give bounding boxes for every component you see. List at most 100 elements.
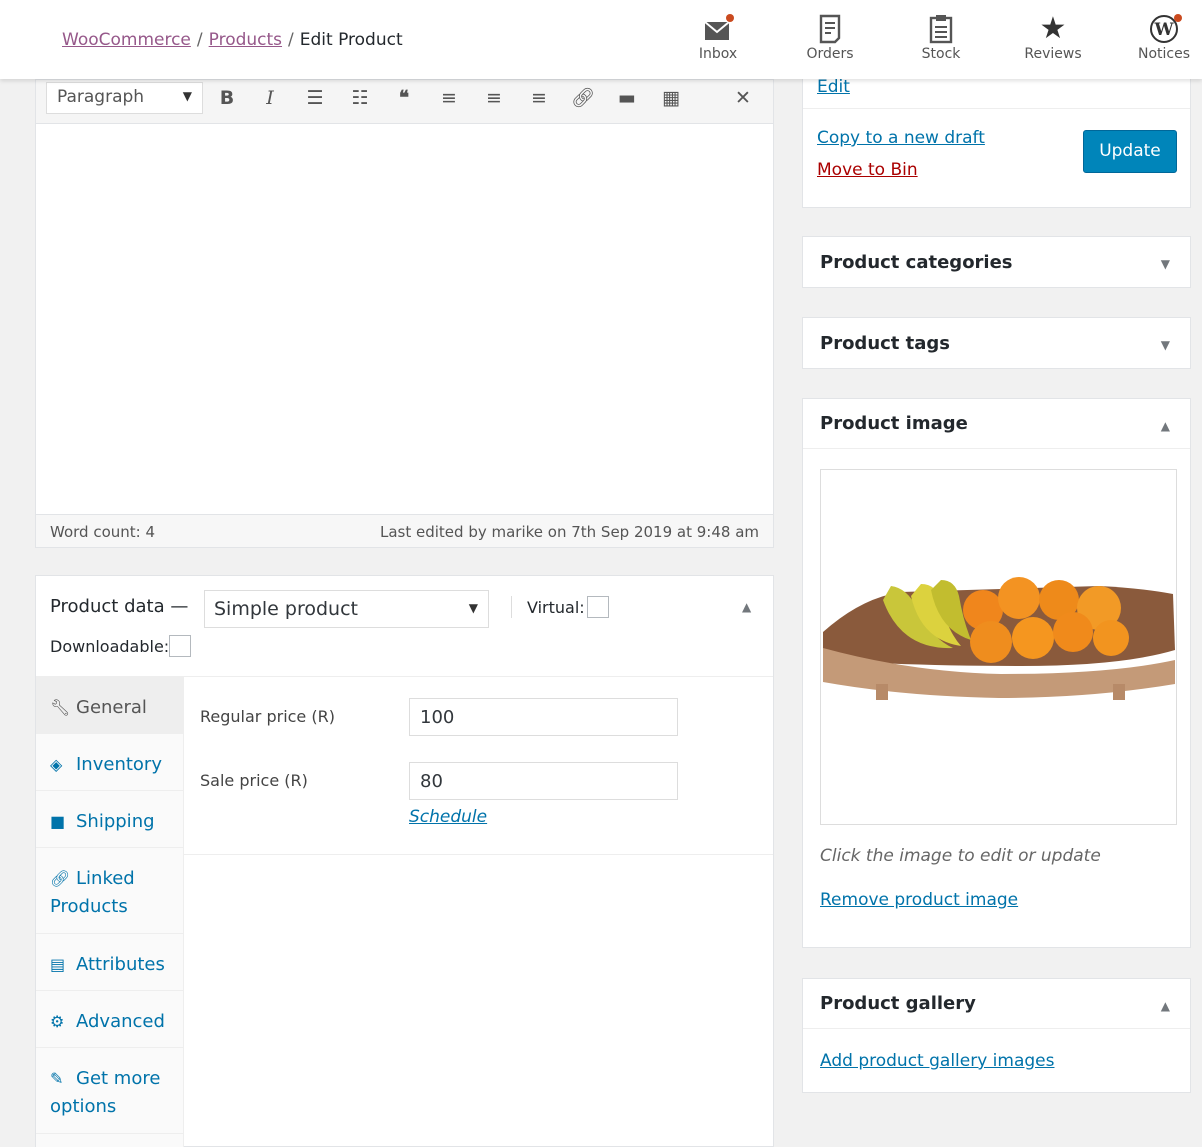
divider: [511, 596, 512, 618]
bold-button[interactable]: B: [212, 84, 242, 112]
bold-icon: B: [219, 87, 235, 109]
italic-icon: I: [266, 87, 274, 109]
tab-label: Advanced: [76, 1011, 165, 1032]
edit-link[interactable]: Edit: [817, 77, 850, 97]
stock-icon: [901, 12, 981, 46]
read-more-icon: ▬: [618, 87, 636, 109]
orders-label: Orders: [806, 46, 854, 62]
tab-label: General: [76, 697, 147, 718]
content-editor: Paragraph ▼ B I ☰ ☷ ❝ ≡ ≡ ≡ 🔗︎ ▬ ▦ ✕ Wor…: [35, 79, 774, 548]
link-icon: 🔗︎: [50, 869, 71, 888]
align-right-icon: ≡: [531, 87, 547, 109]
plugin-icon: ✎: [50, 1069, 64, 1088]
align-right-button[interactable]: ≡: [524, 84, 554, 112]
copy-draft-link[interactable]: Copy to a new draft: [817, 128, 985, 148]
align-center-icon: ≡: [486, 87, 502, 109]
format-select-value: Paragraph: [57, 87, 145, 107]
regular-price-input[interactable]: 100: [409, 698, 678, 736]
publish-box: Edit Copy to a new draft Move to Bin Upd…: [802, 60, 1191, 208]
wordpress-icon: W: [1124, 12, 1202, 46]
align-center-button[interactable]: ≡: [479, 84, 509, 112]
orders-icon: [790, 12, 870, 46]
bullet-list-button[interactable]: ☰: [300, 84, 330, 112]
svg-text:W: W: [1153, 20, 1174, 40]
inbox-button[interactable]: Inbox: [678, 12, 758, 62]
tab-attributes[interactable]: ▤ Attributes: [36, 934, 183, 991]
bullet-list-icon: ☰: [306, 87, 324, 109]
reviews-label: Reviews: [1024, 46, 1082, 62]
quote-icon: ❝: [398, 87, 410, 109]
link-button[interactable]: 🔗︎: [568, 84, 598, 112]
product-type-select[interactable]: Simple product ▼: [204, 590, 489, 628]
editor-toolbar: Paragraph ▼ B I ☰ ☷ ❝ ≡ ≡ ≡ 🔗︎ ▬ ▦ ✕: [36, 80, 773, 124]
chevron-up-icon[interactable]: ▲: [1161, 419, 1170, 433]
orders-button[interactable]: Orders: [790, 12, 870, 62]
sale-price-label: Sale price (R): [200, 771, 308, 790]
tag-icon: ◈: [50, 755, 63, 774]
fruit-bowl-image: [823, 577, 1175, 700]
chevron-up-icon[interactable]: ▲: [1161, 999, 1170, 1013]
wrench-icon: 🔧︎: [50, 698, 71, 717]
product-data-tabs: 🔧︎ General ◈ Inventory ■ Shipping 🔗︎ Linked …: [36, 677, 184, 1147]
tab-shipping[interactable]: ■ Shipping: [36, 791, 183, 848]
last-edited: Last edited by marike on 7th Sep 2019 at…: [379, 523, 759, 541]
italic-button[interactable]: I: [255, 84, 285, 112]
chevron-down-icon: ▼: [468, 601, 478, 615]
product-type-value: Simple product: [214, 598, 358, 620]
remove-image-link[interactable]: Remove product image: [820, 890, 1018, 910]
stock-label: Stock: [921, 46, 961, 62]
editor-textarea[interactable]: [36, 124, 773, 514]
collapse-toggle-icon[interactable]: ▲: [742, 600, 751, 614]
truck-icon: ■: [50, 812, 66, 831]
product-data-panel: Product data — Simple product ▼ Virtual:…: [35, 575, 774, 1147]
align-left-button[interactable]: ≡: [434, 84, 464, 112]
regular-price-label: Regular price (R): [200, 707, 335, 726]
divider: [803, 1028, 1190, 1029]
reviews-button[interactable]: ★ Reviews: [1013, 11, 1093, 63]
blockquote-button[interactable]: ❝: [389, 84, 419, 112]
numbered-list-icon: ☷: [351, 87, 369, 109]
move-to-bin-link[interactable]: Move to Bin: [817, 160, 918, 180]
virtual-label: Virtual:: [527, 598, 585, 617]
product-image[interactable]: [820, 469, 1177, 825]
product-data-title: Product data —: [50, 596, 189, 617]
tab-advanced[interactable]: ⚙ Advanced: [36, 991, 183, 1048]
tab-get-more-options[interactable]: ✎ Get more options: [36, 1048, 183, 1134]
schedule-link[interactable]: Schedule: [409, 807, 487, 827]
update-button[interactable]: Update: [1083, 130, 1177, 173]
tab-inventory[interactable]: ◈ Inventory: [36, 734, 183, 791]
word-count: Word count: 4: [50, 523, 156, 541]
list-icon: ▤: [50, 955, 66, 974]
downloadable-checkbox[interactable]: [169, 635, 191, 657]
editor-status-bar: Word count: 4 Last edited by marike on 7…: [36, 514, 773, 547]
stock-button[interactable]: Stock: [901, 12, 981, 62]
tab-label: Inventory: [76, 754, 162, 775]
fullscreen-button[interactable]: ✕: [728, 84, 758, 112]
tab-general[interactable]: 🔧︎ General: [36, 677, 183, 734]
chevron-down-icon[interactable]: ▼: [1161, 338, 1170, 352]
product-categories-box[interactable]: Product categories ▼: [802, 236, 1191, 288]
add-gallery-images-link[interactable]: Add product gallery images: [820, 1051, 1054, 1071]
link-icon: 🔗︎: [570, 87, 596, 109]
toolbar-toggle-button[interactable]: ▦: [656, 84, 686, 112]
fullscreen-icon: ✕: [735, 87, 751, 109]
product-tags-box[interactable]: Product tags ▼: [802, 317, 1191, 369]
numbered-list-button[interactable]: ☷: [345, 84, 375, 112]
read-more-button[interactable]: ▬: [612, 84, 642, 112]
product-gallery-heading: Product gallery: [820, 993, 976, 1014]
virtual-checkbox[interactable]: [587, 596, 609, 618]
gear-icon: ⚙: [50, 1012, 65, 1031]
tab-linked-products[interactable]: 🔗︎ Linked Products: [36, 848, 183, 934]
format-select[interactable]: Paragraph ▼: [46, 82, 203, 114]
product-gallery-box: Product gallery ▲ Add product gallery im…: [802, 978, 1191, 1093]
keyboard-icon: ▦: [662, 87, 680, 109]
notices-label: Notices: [1137, 46, 1191, 62]
star-icon: ★: [1039, 11, 1067, 46]
inbox-icon: [678, 12, 758, 46]
product-tags-heading: Product tags: [820, 333, 951, 354]
product-categories-heading: Product categories: [820, 252, 1013, 273]
chevron-down-icon[interactable]: ▼: [1161, 257, 1170, 271]
divider: [803, 448, 1190, 449]
sale-price-input[interactable]: 80: [409, 762, 678, 800]
notices-button[interactable]: W Notices: [1124, 12, 1202, 62]
